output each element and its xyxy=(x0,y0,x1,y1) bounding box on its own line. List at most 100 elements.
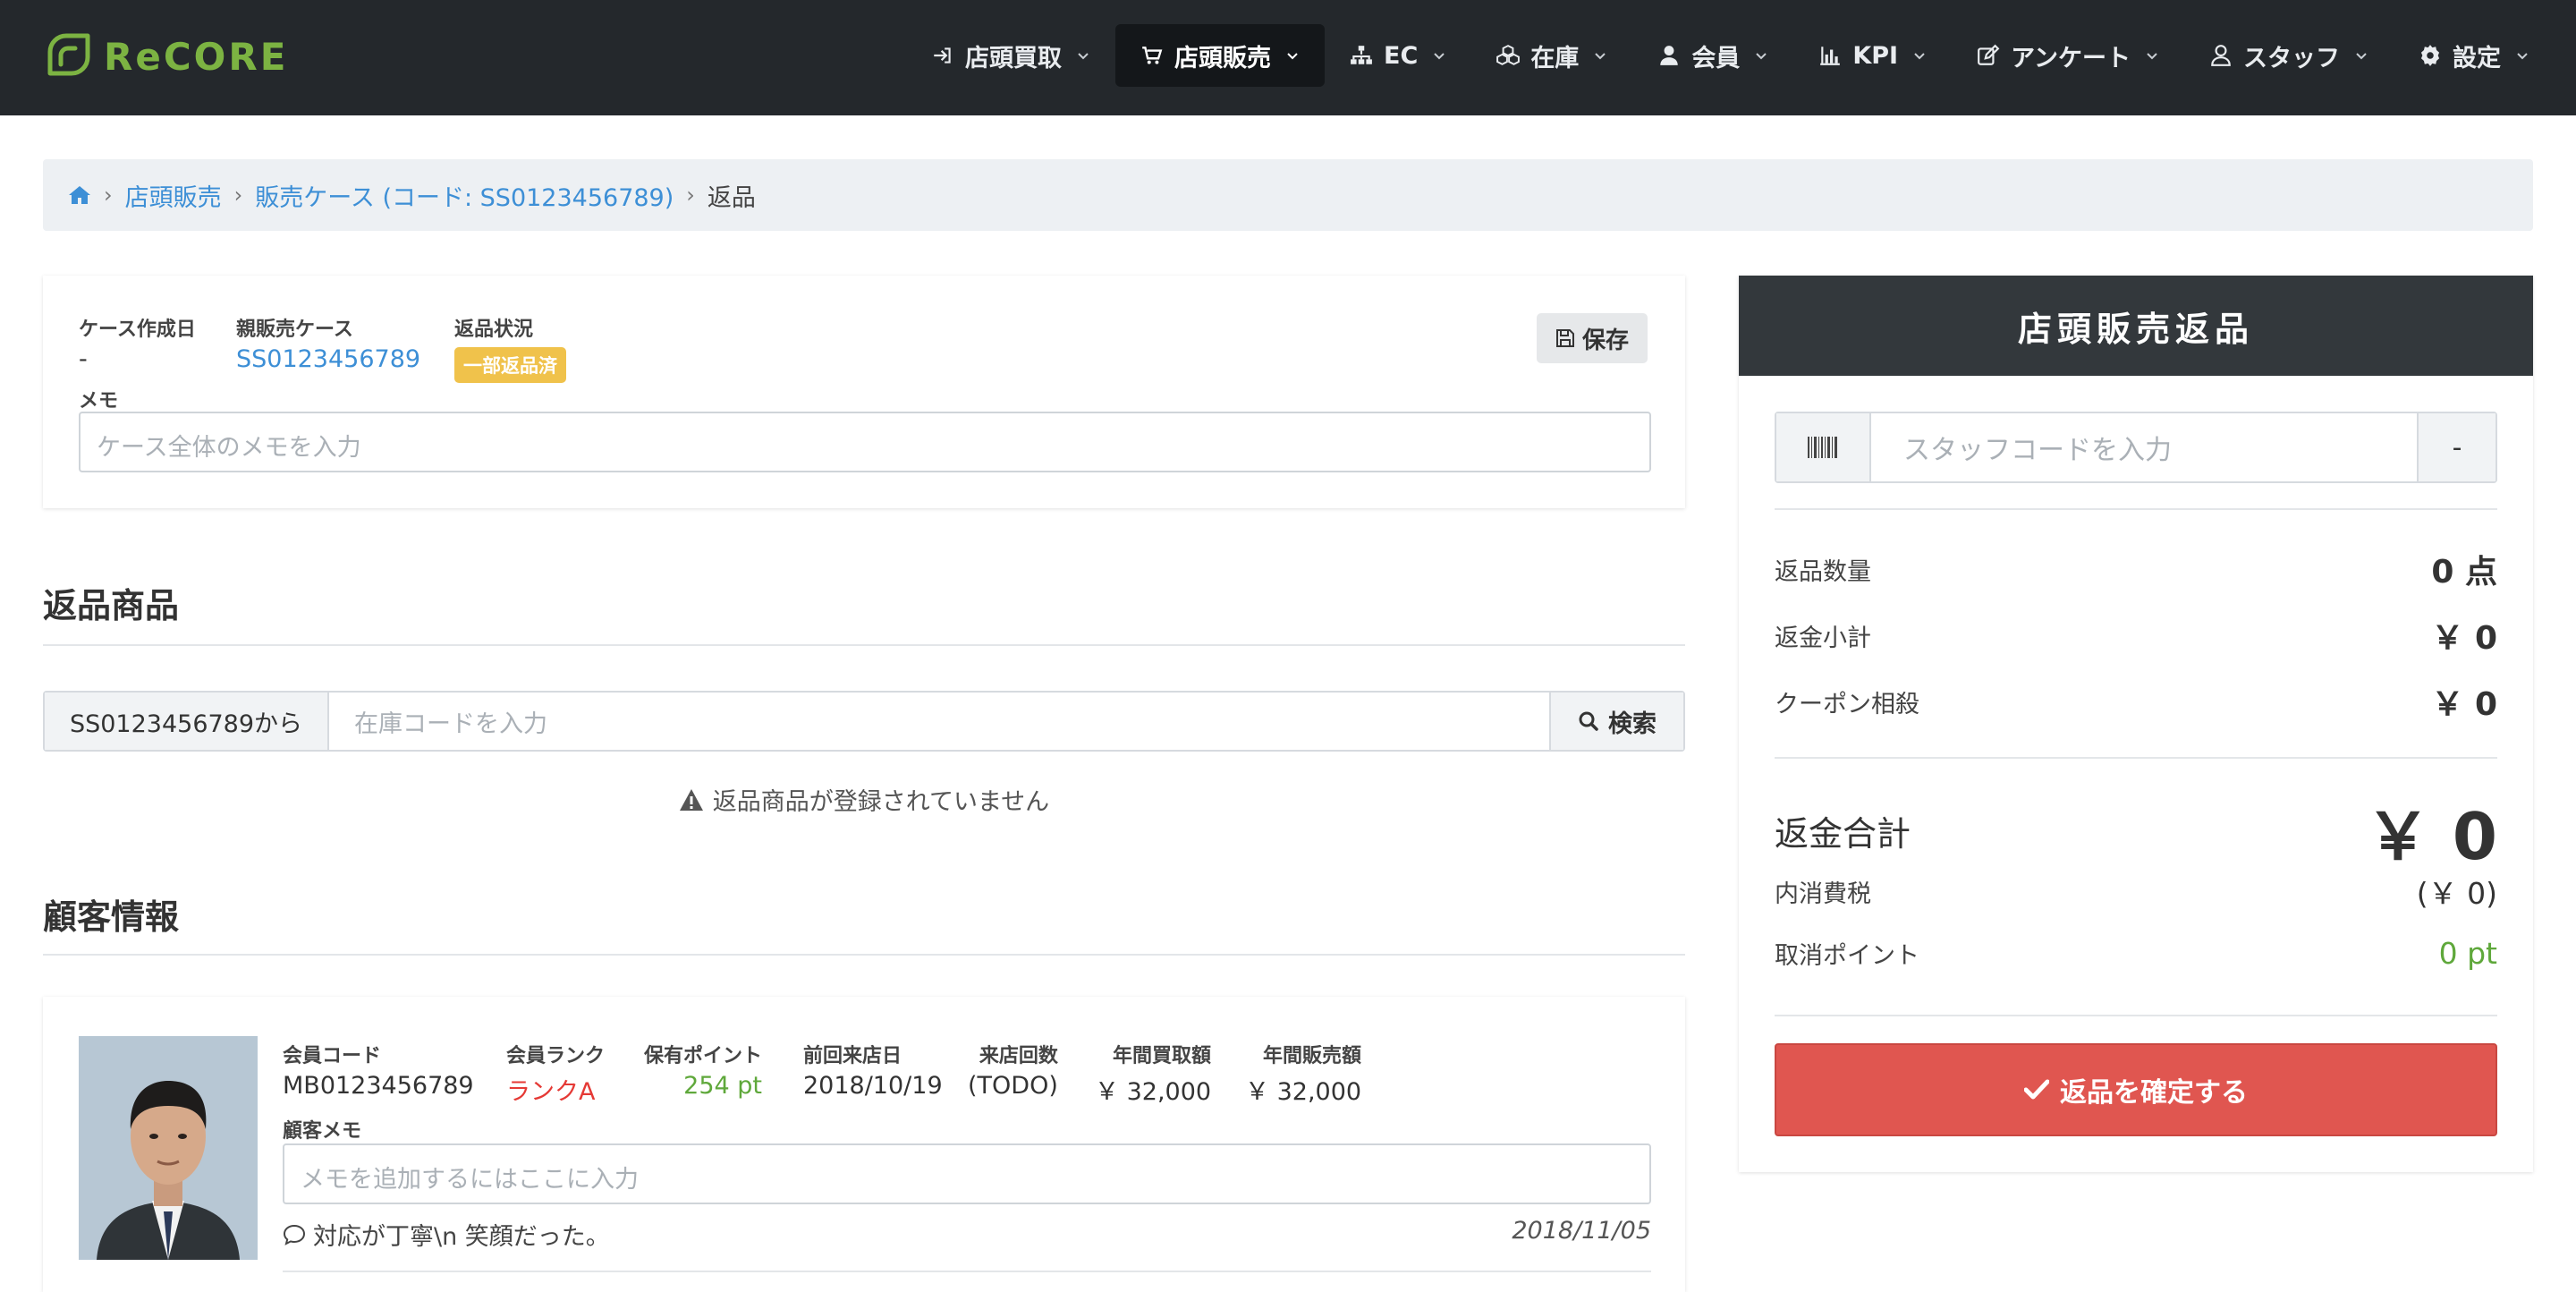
annual-purchase: 年間買取額 ￥ 32,000 xyxy=(1095,1040,1211,1107)
case-memo-placeholder: ケース全体のメモを入力 xyxy=(97,434,361,462)
cancel-point-value: 0 pt xyxy=(2438,936,2497,971)
staff-code-button[interactable]: - xyxy=(2417,413,2496,481)
search-icon xyxy=(1579,711,1598,731)
search-button[interactable]: 検索 xyxy=(1549,693,1683,750)
member-code-label: 会員コード xyxy=(283,1045,382,1067)
nav-item-stock[interactable]: 在庫 xyxy=(1471,24,1632,87)
nav-item-members[interactable]: 会員 xyxy=(1632,24,1793,87)
search-label: 検索 xyxy=(1608,710,1657,738)
refund-subtotal-label: 返金小計 xyxy=(1775,624,1871,652)
confirm-return-label: 返品を確定する xyxy=(2060,1077,2248,1109)
chevron-down-icon xyxy=(1078,53,1089,60)
last-visit-value: 2018/10/19 xyxy=(803,1072,943,1100)
return-status-label: 返品状況 xyxy=(454,319,534,341)
nav-item-sales[interactable]: 店頭販売 xyxy=(1115,24,1326,87)
coupon-offset-row: クーポン相殺 ￥ 0 xyxy=(1775,678,2497,725)
nav-label: 会員 xyxy=(1691,44,1741,72)
nav-label: 店頭販売 xyxy=(1174,44,1272,72)
last-visit-label: 前回来店日 xyxy=(803,1045,902,1067)
edit-icon xyxy=(1978,44,2000,65)
case-created: ケース作成日 - xyxy=(79,313,196,373)
staff-code-input[interactable]: スタッフコードを入力 xyxy=(1871,413,2417,481)
chevron-down-icon xyxy=(2356,53,2367,60)
points-held: 保有ポイント 254 pt xyxy=(644,1040,762,1100)
breadcrumb-separator: › xyxy=(686,183,695,208)
case-info-card: ケース作成日 - 親販売ケース SS0123456789 返品状況 一部返品済 … xyxy=(43,276,1685,508)
nav-label: スタッフ xyxy=(2243,44,2340,72)
refund-total-row: 返金合計 ￥ 0 xyxy=(1775,784,2497,878)
coupon-offset-value: ￥ 0 xyxy=(2431,686,2497,723)
parent-case: 親販売ケース SS0123456789 xyxy=(236,313,420,373)
member-rank-label: 会員ランク xyxy=(506,1045,606,1067)
member-code-value: MB0123456789 xyxy=(283,1072,474,1100)
nav-label: KPI xyxy=(1852,41,1899,70)
empty-returns-text: 返品商品が登録されていません xyxy=(712,788,1050,816)
panel-divider xyxy=(1775,757,2497,759)
brand-logo[interactable]: ReCORE xyxy=(43,32,288,81)
refund-subtotal-value: ￥ 0 xyxy=(2431,620,2497,657)
member-rank-value: ランクA xyxy=(506,1078,596,1106)
comment-icon xyxy=(283,1224,306,1245)
parent-case-link[interactable]: SS0123456789 xyxy=(236,345,420,373)
customer-section-title: 顧客情報 xyxy=(43,897,180,937)
cubes-icon xyxy=(1496,45,1521,65)
visit-count-label: 来店回数 xyxy=(979,1045,1058,1067)
sitemap-icon xyxy=(1351,46,1372,64)
return-status: 返品状況 一部返品済 xyxy=(454,313,566,383)
panel-divider xyxy=(1775,1015,2497,1016)
chevron-down-icon xyxy=(1595,53,1606,60)
customer-photo xyxy=(79,1036,258,1260)
breadcrumb: › 店頭販売 › 販売ケース (コード: SS0123456789) › 返品 xyxy=(43,159,2533,231)
customer-note-text: 対応が丁寧\n 笑顔だった。 xyxy=(313,1223,610,1251)
recore-logo-icon xyxy=(47,33,90,76)
customer-note-date: 2018/11/05 xyxy=(1512,1217,1651,1245)
visit-count: 来店回数 (TODO) xyxy=(968,1040,1058,1100)
breadcrumb-sales[interactable]: 店頭販売 xyxy=(125,178,222,213)
section-divider xyxy=(43,954,1685,956)
avatar xyxy=(79,1036,258,1260)
save-label: 保存 xyxy=(1581,327,1629,354)
customer-memo-label: 顧客メモ xyxy=(283,1120,362,1143)
nav-item-settings[interactable]: 設定 xyxy=(2394,24,2555,87)
nav-item-purchase[interactable]: 店頭買取 xyxy=(906,24,1115,87)
nav-item-survey[interactable]: アンケート xyxy=(1952,24,2184,87)
nav-item-ec[interactable]: EC xyxy=(1325,24,1471,87)
cart-icon xyxy=(1142,47,1163,64)
nav-item-staff[interactable]: スタッフ xyxy=(2184,24,2394,87)
customer-memo-input[interactable]: メモを追加するにはここに入力 xyxy=(283,1143,1651,1204)
panel-divider xyxy=(1775,508,2497,510)
return-quantity-row: 返品数量 0 点 xyxy=(1775,546,2497,592)
customer-card: 会員コード MB0123456789 会員ランク ランクA 保有ポイント 254… xyxy=(43,997,1685,1292)
cancel-point-row: 取消ポイント 0 pt xyxy=(1775,936,2497,971)
save-button[interactable]: 保存 xyxy=(1537,313,1648,363)
search-prefix: SS0123456789から xyxy=(45,693,329,750)
return-summary-panel: 店頭販売返品 スタッフコードを入力 - 返品数量 0 点 返金小計 ￥ 0 クー… xyxy=(1739,276,2533,1172)
member-rank: 会員ランク ランクA xyxy=(506,1040,605,1107)
staff-code-placeholder: スタッフコードを入力 xyxy=(1903,435,2172,466)
return-quantity-label: 返品数量 xyxy=(1775,557,1871,586)
panel-title: 店頭販売返品 xyxy=(1739,276,2533,376)
case-memo-input[interactable]: ケース全体のメモを入力 xyxy=(79,412,1651,472)
refund-total-label: 返金合計 xyxy=(1775,814,1911,854)
return-quantity-value: 0 点 xyxy=(2431,554,2497,591)
save-icon xyxy=(1555,329,1574,347)
confirm-return-button[interactable]: 返品を確定する xyxy=(1775,1043,2497,1136)
nav-item-kpi[interactable]: KPI xyxy=(1793,24,1952,87)
home-icon[interactable] xyxy=(68,184,91,206)
section-divider xyxy=(43,644,1685,646)
breadcrumb-current: 返品 xyxy=(707,183,756,212)
breadcrumb-sales-case[interactable]: 販売ケース (コード: SS0123456789) xyxy=(255,178,674,213)
chevron-down-icon xyxy=(1287,53,1298,60)
annual-sales-label: 年間販売額 xyxy=(1263,1045,1362,1067)
annual-purchase-value: ￥ 32,000 xyxy=(1095,1078,1212,1106)
chevron-down-icon xyxy=(2147,53,2157,60)
nav-label: アンケート xyxy=(2011,44,2131,72)
warning-icon xyxy=(679,788,703,811)
barcode-icon xyxy=(1776,413,1871,481)
empty-returns-message: 返品商品が登録されていません xyxy=(43,782,1685,817)
check-icon xyxy=(2024,1079,2049,1100)
chevron-down-icon xyxy=(1914,53,1925,60)
staff-code-group: スタッフコードを入力 - xyxy=(1775,412,2497,483)
customer-note: 対応が丁寧\n 笑顔だった。 2018/11/05 xyxy=(283,1217,1651,1252)
stock-code-input[interactable]: 在庫コードを入力 xyxy=(329,693,1549,750)
